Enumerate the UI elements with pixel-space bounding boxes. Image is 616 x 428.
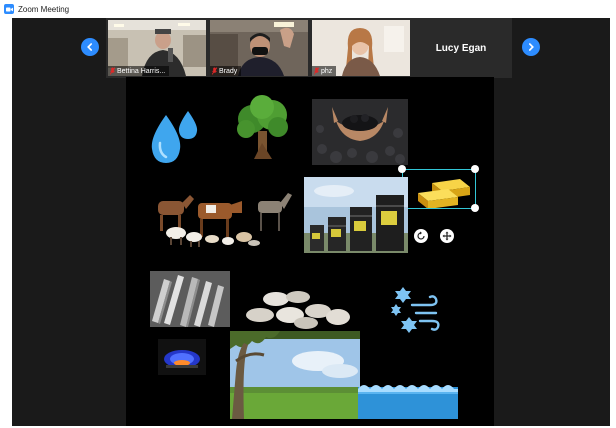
resize-handle[interactable]	[398, 165, 406, 173]
participant-name: Bettina Harris...	[117, 67, 166, 75]
participant-name: Brady	[219, 67, 238, 75]
rotate-button[interactable]	[414, 229, 428, 243]
participant-video[interactable]: Brady	[210, 20, 308, 76]
water-drops-image	[151, 111, 198, 163]
title-bar: Zoom Meeting	[0, 0, 616, 18]
metal-pipes-image	[150, 271, 230, 327]
chevron-left-icon	[87, 43, 92, 51]
shared-screen[interactable]	[126, 77, 494, 426]
previous-page-button[interactable]	[81, 38, 99, 56]
stones-image	[246, 291, 350, 329]
participant-video[interactable]: Bettina Harris...	[108, 20, 206, 76]
livestock-image	[158, 193, 292, 247]
move-icon	[442, 231, 452, 241]
field-landscape-image	[230, 331, 360, 419]
coal-image	[312, 99, 408, 165]
wind-image	[391, 287, 440, 333]
participant-strip: Bettina Harris... Brady phz Lucy Egan	[106, 18, 512, 78]
participant-name: Lucy Egan	[435, 42, 487, 54]
mic-muted-icon	[314, 67, 319, 75]
water-waves-image	[358, 385, 458, 419]
move-button[interactable]	[440, 229, 454, 243]
participant-name-bar: Bettina Harris...	[108, 66, 170, 76]
participant-video[interactable]: phz	[312, 20, 410, 76]
oil-barrels-image	[304, 177, 408, 253]
participant-name-bar: phz	[312, 66, 337, 76]
participant-name: phz	[321, 67, 333, 75]
resize-handle[interactable]	[471, 204, 479, 212]
window-title: Zoom Meeting	[18, 4, 70, 14]
next-page-button[interactable]	[522, 38, 540, 56]
selection-box[interactable]	[402, 169, 476, 209]
resize-handle[interactable]	[471, 165, 479, 173]
participant-tile[interactable]: Lucy Egan	[412, 20, 510, 76]
zoom-logo-icon	[4, 4, 14, 14]
rotate-icon	[417, 231, 425, 240]
mic-muted-icon	[212, 67, 217, 75]
meeting-window: Bettina Harris... Brady phz Lucy Egan	[12, 18, 610, 426]
natural-gas-flame-image	[158, 339, 206, 375]
mic-muted-icon	[110, 67, 115, 75]
chevron-right-icon	[529, 43, 534, 51]
tree-image	[237, 95, 288, 159]
participant-name-bar: Brady	[210, 66, 242, 76]
